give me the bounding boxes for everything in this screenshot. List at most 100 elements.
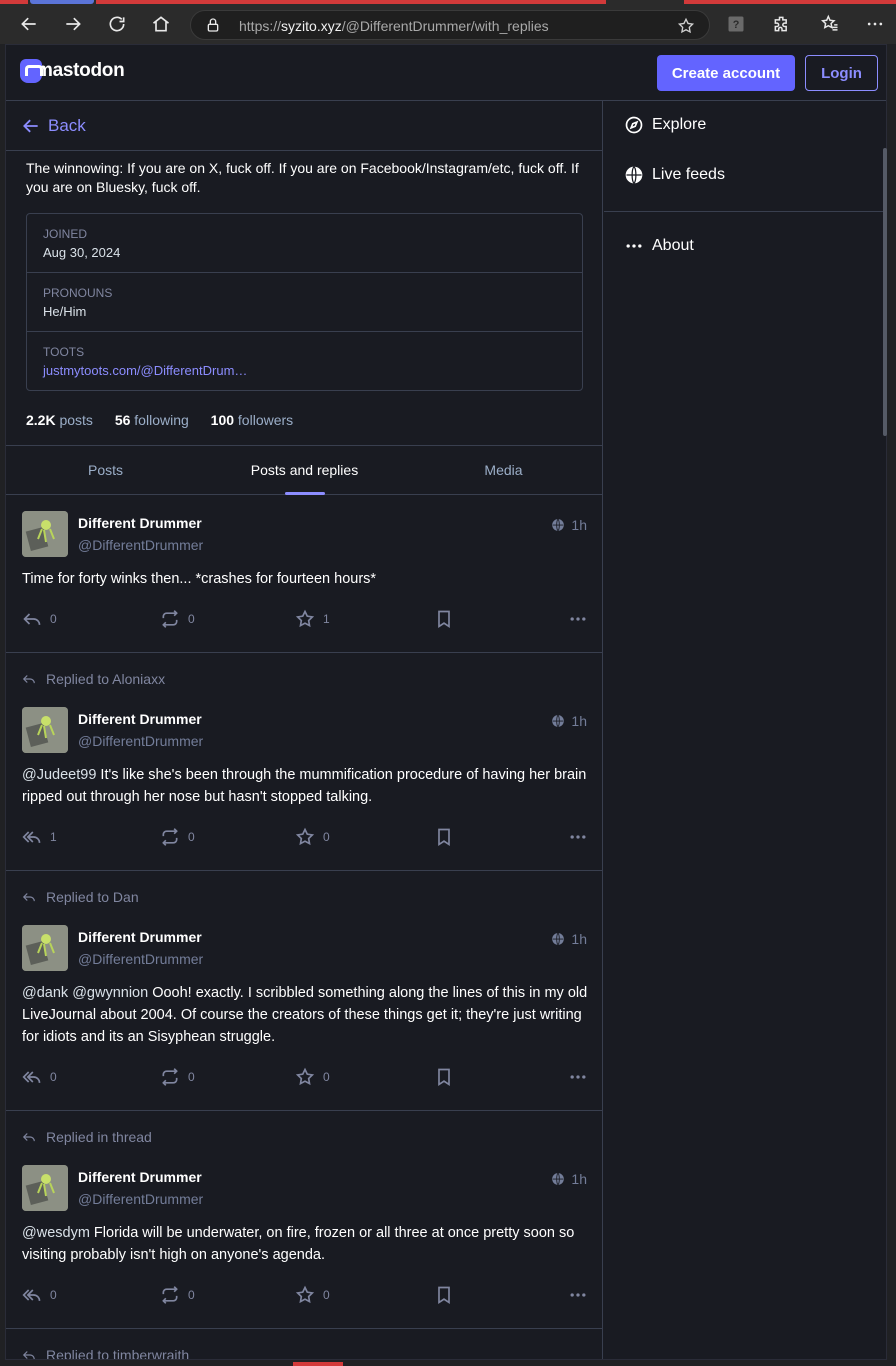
display-name[interactable]: Different Drummer xyxy=(78,929,202,945)
bookmark-button[interactable] xyxy=(434,1283,462,1307)
following-count[interactable]: 56 following xyxy=(115,412,189,428)
tab-posts-and-replies[interactable]: Posts and replies xyxy=(205,446,404,495)
boost-button[interactable]: 0 xyxy=(160,607,195,631)
profile-bio: The winnowing: If you are on X, fuck off… xyxy=(26,160,579,195)
bookmark-button[interactable] xyxy=(434,1065,462,1089)
post-actions: 0 0 0 xyxy=(22,1283,592,1307)
more-menu-icon[interactable] xyxy=(861,10,889,38)
taskbar-accent xyxy=(293,1362,343,1366)
reply-button[interactable]: 1 xyxy=(22,825,57,849)
avatar[interactable] xyxy=(22,1165,68,1211)
more-options-button[interactable] xyxy=(568,825,596,849)
profile-field: PRONOUNS He/Him xyxy=(27,273,582,332)
posts-count[interactable]: 2.2K posts xyxy=(26,412,93,428)
tab-media[interactable]: Media xyxy=(404,446,602,494)
field-value: Aug 30, 2024 xyxy=(43,245,121,260)
reply-icon xyxy=(23,613,41,625)
tab-posts[interactable]: Posts xyxy=(6,446,205,494)
post-time[interactable]: 1h xyxy=(551,517,587,533)
avatar[interactable] xyxy=(22,707,68,753)
post-mention[interactable]: @wesdym xyxy=(22,1225,90,1241)
help-extension-icon[interactable]: ? xyxy=(722,10,750,38)
favourite-button[interactable]: 0 xyxy=(295,1283,330,1307)
followers-count[interactable]: 100 followers xyxy=(211,412,294,428)
nav-explore[interactable]: Explore xyxy=(624,115,706,135)
profile-counts: 2.2K posts 56 following 100 followers xyxy=(26,412,311,428)
boost-icon xyxy=(162,1068,178,1086)
login-button[interactable]: Login xyxy=(805,55,878,91)
reply-context: Replied to timberwraith xyxy=(22,1347,189,1359)
star-icon xyxy=(295,609,315,628)
boost-button[interactable]: 0 xyxy=(160,1283,195,1307)
create-account-button[interactable]: Create account xyxy=(657,55,795,91)
refresh-icon[interactable] xyxy=(103,10,131,38)
home-icon[interactable] xyxy=(147,10,175,38)
back-arrow-icon xyxy=(23,119,38,133)
globe-icon xyxy=(552,518,565,532)
forward-arrow-icon[interactable] xyxy=(59,10,87,38)
account-handle[interactable]: @DifferentDrummer xyxy=(78,733,203,749)
globe-icon xyxy=(552,932,565,946)
extensions-icon[interactable] xyxy=(768,10,796,38)
boost-icon xyxy=(162,610,178,628)
boost-button[interactable]: 0 xyxy=(160,825,195,849)
address-bar[interactable]: https://syzito.xyz/@DifferentDrummer/wit… xyxy=(190,10,710,40)
favorite-star-icon[interactable] xyxy=(677,17,695,35)
field-link[interactable]: justmytoots.com/@DifferentDrum… xyxy=(43,363,247,378)
url-text: https://syzito.xyz/@DifferentDrummer/wit… xyxy=(239,18,549,34)
status-post[interactable]: Replied to Dan Different Drummer @Differ… xyxy=(6,871,602,1111)
boost-button[interactable]: 0 xyxy=(160,1065,195,1089)
more-options-button[interactable] xyxy=(568,1283,596,1307)
nav-live-feeds[interactable]: Live feeds xyxy=(624,165,725,185)
ellipsis-icon xyxy=(626,244,642,248)
post-actions: 1 0 0 xyxy=(22,825,592,849)
status-post[interactable]: Different Drummer @DifferentDrummer 1h T… xyxy=(6,495,602,653)
back-bar[interactable]: Back xyxy=(6,101,602,151)
field-label: TOOTS xyxy=(43,345,85,359)
nav-about[interactable]: About xyxy=(624,236,694,256)
reply-icon xyxy=(22,675,35,684)
status-post[interactable]: Replied to timberwraith xyxy=(6,1329,602,1359)
favorites-icon[interactable] xyxy=(816,10,844,38)
page-scrollbar[interactable] xyxy=(883,148,887,436)
reply-button[interactable]: 0 xyxy=(22,1065,57,1089)
bookmark-button[interactable] xyxy=(434,607,462,631)
mastodon-logo-icon xyxy=(20,59,43,83)
avatar[interactable] xyxy=(22,511,68,557)
main-column: Back The winnowing: If you are on X, fuc… xyxy=(6,101,603,1359)
post-time[interactable]: 1h xyxy=(551,1171,587,1187)
reply-icon xyxy=(22,1133,35,1142)
reply-button[interactable]: 0 xyxy=(22,1283,57,1307)
reply-all-icon xyxy=(22,831,41,843)
back-label: Back xyxy=(48,116,86,135)
post-text: @Judeet99 It's like she's been through t… xyxy=(22,767,587,805)
favourite-button[interactable]: 0 xyxy=(295,825,330,849)
profile-fields: JOINED Aug 30, 2024 PRONOUNS He/Him TOOT… xyxy=(26,213,583,391)
account-handle[interactable]: @DifferentDrummer xyxy=(78,1191,203,1207)
favourite-button[interactable]: 1 xyxy=(295,607,330,631)
display-name[interactable]: Different Drummer xyxy=(78,711,202,727)
bookmark-button[interactable] xyxy=(434,825,462,849)
post-time[interactable]: 1h xyxy=(551,931,587,947)
post-time[interactable]: 1h xyxy=(551,713,587,729)
account-handle[interactable]: @DifferentDrummer xyxy=(78,537,203,553)
navigation-panel: Explore Live feeds About xyxy=(604,101,886,1359)
account-handle[interactable]: @DifferentDrummer xyxy=(78,951,203,967)
reply-button[interactable]: 0 xyxy=(22,607,57,631)
display-name[interactable]: Different Drummer xyxy=(78,515,202,531)
post-mention[interactable]: @Judeet99 xyxy=(22,767,96,783)
more-options-button[interactable] xyxy=(568,1065,596,1089)
profile-field: JOINED Aug 30, 2024 xyxy=(27,214,582,273)
reply-icon xyxy=(22,1351,35,1359)
favourite-button[interactable]: 0 xyxy=(295,1065,330,1089)
mastodon-logo[interactable]: mastodon xyxy=(20,59,125,83)
status-post[interactable]: Replied to Aloniaxx Different Drummer @D… xyxy=(6,653,602,871)
avatar[interactable] xyxy=(22,925,68,971)
more-options-button[interactable] xyxy=(568,607,596,631)
reply-icon xyxy=(22,893,35,902)
display-name[interactable]: Different Drummer xyxy=(78,1169,202,1185)
post-mention[interactable]: @dank @gwynnion xyxy=(22,985,148,1001)
status-post[interactable]: Replied in thread Different Drummer @Dif… xyxy=(6,1111,602,1329)
back-arrow-icon[interactable] xyxy=(15,10,43,38)
reply-context: Replied to Aloniaxx xyxy=(22,671,165,687)
